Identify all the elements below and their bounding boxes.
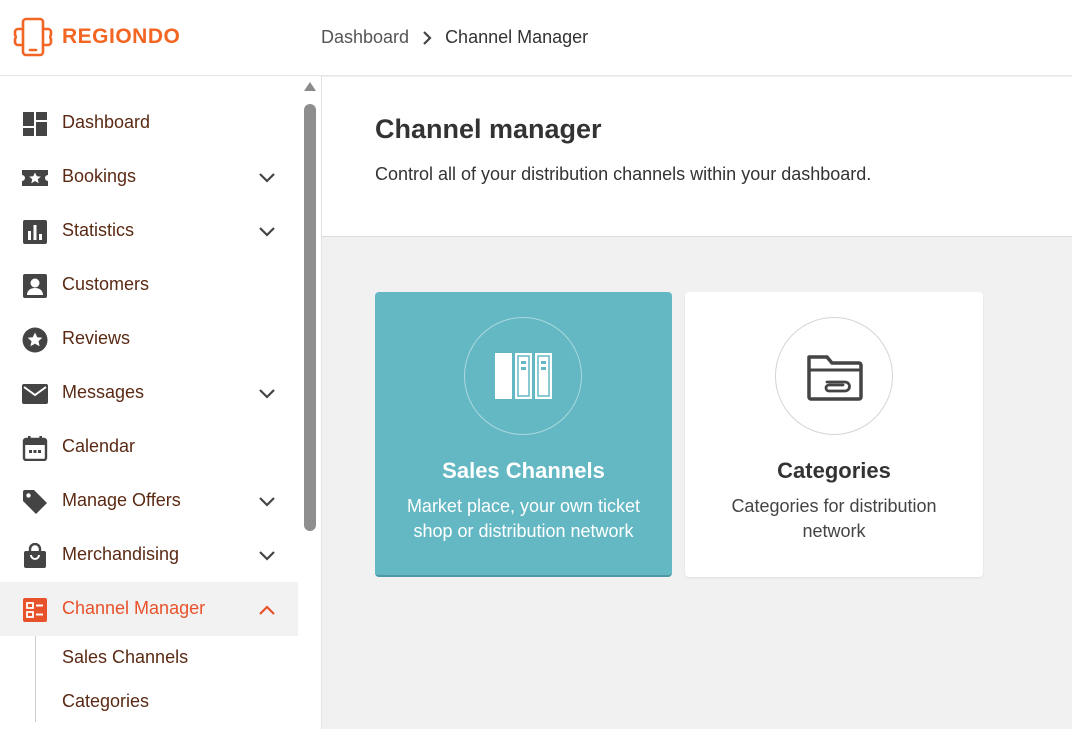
bar-chart-icon (23, 220, 47, 244)
categories-card[interactable]: Categories Categories for distribution n… (685, 292, 983, 577)
sidebar-item-label: Calendar (62, 436, 136, 456)
sidebar-scrollbar-thumb[interactable] (304, 104, 316, 531)
sidebar-subitem-sales-channels[interactable]: Sales Channels (0, 636, 298, 680)
scroll-up-arrow[interactable] (304, 82, 316, 91)
chevron-down-icon[interactable] (257, 546, 277, 566)
sidebar-item-label: Reviews (62, 328, 131, 348)
page-header: Channel manager Control all of your dist… (322, 77, 1072, 237)
channel-manager-submenu: Sales Channels Categories (0, 636, 298, 724)
sidebar-item-dashboard[interactable]: Dashboard (0, 96, 298, 150)
channel-manager-icon (23, 598, 47, 622)
star-icon (22, 327, 48, 353)
sidebar-item-customers[interactable]: Customers (0, 258, 298, 312)
person-icon (23, 274, 47, 298)
chevron-down-icon[interactable] (257, 492, 277, 512)
sidebar-subitem-label: Categories (62, 691, 150, 711)
sidebar-item-calendar[interactable]: Calendar (0, 420, 298, 474)
folder-paperclip-icon (807, 355, 863, 401)
page-subtitle: Control all of your distribution channel… (375, 164, 872, 184)
chevron-down-icon[interactable] (257, 168, 277, 188)
sidebar-item-channel-manager[interactable]: Channel Manager (0, 582, 298, 636)
sidebar-item-messages[interactable]: Messages (0, 366, 298, 420)
sidebar-nav: Dashboard Bookings Statistics Customers … (0, 96, 298, 724)
sidebar-item-label: Customers (62, 274, 150, 294)
sidebar-subitem-label: Sales Channels (62, 647, 189, 667)
card-title: Categories (777, 458, 891, 483)
ticket-star-icon (22, 170, 48, 186)
sidebar-item-bookings[interactable]: Bookings (0, 150, 298, 204)
sidebar-item-merchandising[interactable]: Merchandising (0, 528, 298, 582)
card-description: Categories for distribution network (731, 496, 937, 541)
chevron-right-icon (421, 30, 433, 46)
binders-icon (495, 353, 552, 399)
breadcrumb-dashboard-link[interactable]: Dashboard (321, 27, 409, 48)
page-title: Channel manager (375, 114, 602, 144)
sidebar-item-manage-offers[interactable]: Manage Offers (0, 474, 298, 528)
chevron-down-icon[interactable] (257, 384, 277, 404)
breadcrumb: Dashboard Channel Manager (321, 27, 588, 48)
brand-name: REGIONDO (62, 25, 181, 48)
chevron-up-icon[interactable] (257, 600, 277, 620)
sidebar-item-label: Channel Manager (62, 598, 206, 618)
dashboard-icon (23, 112, 47, 136)
sidebar-item-label: Manage Offers (62, 490, 181, 510)
sidebar-item-label: Bookings (62, 166, 137, 186)
sidebar-item-label: Messages (62, 382, 145, 402)
tag-icon (23, 490, 47, 514)
sidebar-subitem-categories[interactable]: Categories (0, 680, 298, 724)
regiondo-logo-icon (13, 17, 53, 57)
brand-logo[interactable]: REGIONDO (12, 16, 180, 58)
sidebar-item-label: Statistics (62, 220, 135, 240)
calendar-icon (22, 436, 48, 461)
card-icon-circle (464, 317, 582, 435)
top-bar: REGIONDO Dashboard Channel Manager (0, 0, 1072, 76)
envelope-icon (22, 384, 48, 404)
card-icon-circle (775, 317, 893, 435)
sidebar-item-label: Dashboard (62, 112, 151, 132)
chevron-down-icon[interactable] (257, 222, 277, 242)
card-title: Sales Channels (442, 458, 605, 483)
card-description: Market place, your own ticket shop or di… (406, 496, 641, 541)
sidebar-item-reviews[interactable]: Reviews (0, 312, 298, 366)
sidebar: Dashboard Bookings Statistics Customers … (0, 76, 322, 729)
shopping-bag-icon (24, 543, 46, 568)
breadcrumb-current: Channel Manager (445, 27, 589, 47)
sidebar-item-label: Merchandising (62, 544, 180, 564)
sales-channels-card[interactable]: Sales Channels Market place, your own ti… (375, 292, 672, 577)
sidebar-item-statistics[interactable]: Statistics (0, 204, 298, 258)
